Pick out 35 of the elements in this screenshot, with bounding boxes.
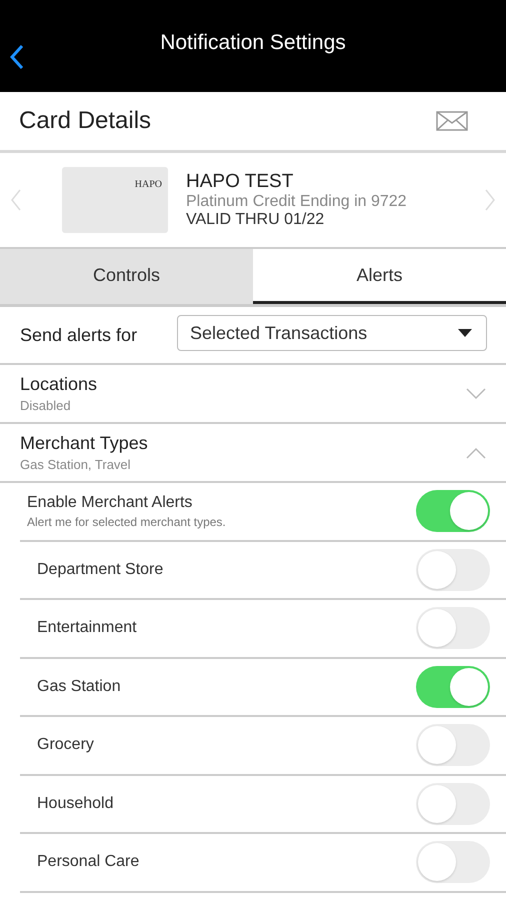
mail-icon[interactable] <box>436 111 468 131</box>
section-header[interactable]: Merchant Types <box>20 433 148 454</box>
section-summary: Gas Station, Travel <box>20 457 132 472</box>
card-description: Platinum Credit Ending in 9722 <box>186 193 408 211</box>
toggle-switch[interactable] <box>416 666 490 708</box>
chevron-left-icon[interactable] <box>10 189 22 211</box>
tab[interactable]: Controls <box>0 249 253 304</box>
toggle-switch[interactable] <box>416 490 490 532</box>
toggle-switch[interactable] <box>416 782 490 825</box>
alerts-dropdown[interactable]: Selected Transactions <box>177 315 487 351</box>
chevron-down-icon[interactable] <box>466 388 486 400</box>
screen-title: Notification Settings <box>160 31 346 55</box>
merchant-type-label: Entertainment <box>37 619 137 638</box>
chevron-right-icon[interactable] <box>484 189 496 211</box>
toggle-switch[interactable] <box>416 724 490 766</box>
card-expiry: VALID THRU 01/22 <box>186 211 326 229</box>
merchant-type-label: Department Store <box>37 560 164 579</box>
back-icon[interactable] <box>10 44 24 70</box>
section-summary: Disabled <box>20 398 72 413</box>
card-name: HAPO TEST <box>186 171 294 193</box>
toggle-switch[interactable] <box>416 841 490 884</box>
toggle-switch[interactable] <box>416 607 490 650</box>
setting-description: Alert me for selected merchant types. <box>27 514 226 529</box>
toggle-switch[interactable] <box>416 548 490 591</box>
field-label: Send alerts for <box>20 324 138 346</box>
setting-title: Enable Merchant Alerts <box>27 494 194 512</box>
section-header[interactable]: Locations <box>20 374 98 395</box>
merchant-type-label: Personal Care <box>37 853 140 872</box>
chevron-up-icon[interactable] <box>466 446 486 458</box>
merchant-type-label: Grocery <box>37 736 94 754</box>
section-title: Card Details <box>19 107 152 135</box>
caret-icon <box>458 329 472 337</box>
merchant-type-label: Household <box>37 794 114 813</box>
merchant-type-label: Gas Station <box>37 678 121 696</box>
card-logo: HAPO <box>134 179 162 192</box>
